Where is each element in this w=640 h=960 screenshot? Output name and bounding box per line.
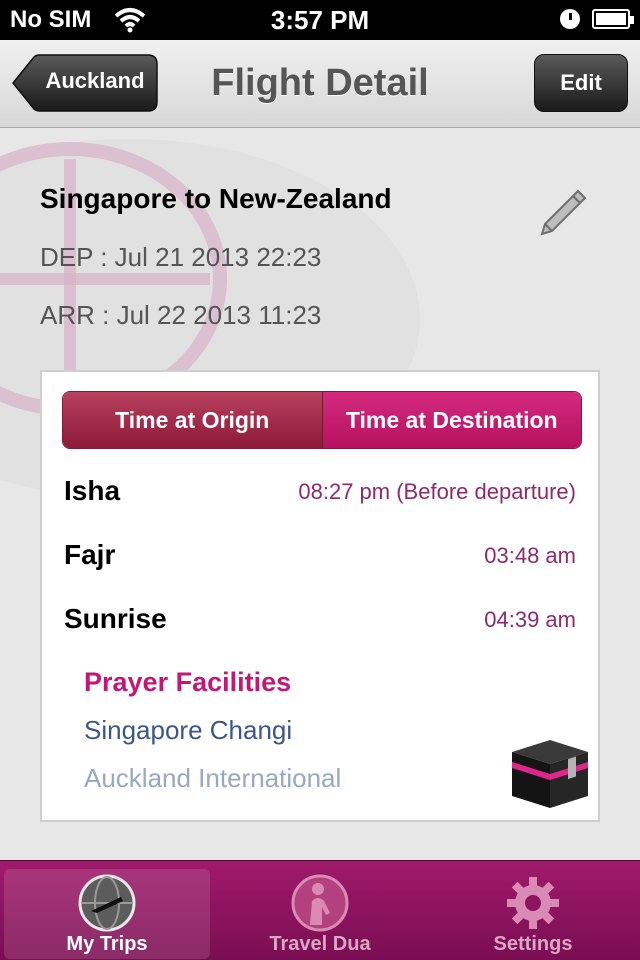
tab-my-trips[interactable]: My Trips	[4, 869, 210, 959]
alarm-icon	[560, 9, 580, 29]
prayer-name: Sunrise	[64, 603, 167, 634]
flight-detail-content: Singapore to New-Zealand DEP : Jul 21 20…	[0, 129, 640, 860]
prayer-row-fajr: Fajr 03:48 am	[64, 539, 576, 579]
departure-time: DEP : Jul 21 2013 22:23	[40, 242, 322, 272]
prayer-times-card: Time at Origin Time at Destination Isha …	[40, 370, 600, 822]
facility-link-singapore-changi[interactable]: Singapore Changi	[84, 715, 292, 746]
trip-title: Singapore to New-Zealand	[40, 183, 392, 214]
prayer-time: 08:27 pm (Before departure)	[298, 479, 576, 504]
tab-bar: My Trips Travel Dua Settings	[0, 860, 640, 960]
tab-travel-dua[interactable]: Travel Dua	[217, 869, 423, 959]
prayer-name: Isha	[64, 475, 121, 506]
praying-person-icon	[291, 874, 349, 932]
arrival-time: ARR : Jul 22 2013 11:23	[40, 300, 322, 330]
gear-icon	[507, 877, 559, 929]
segment-time-at-origin[interactable]: Time at Origin	[63, 392, 323, 448]
prayer-time: 03:48 am	[484, 543, 576, 568]
prayer-name: Fajr	[64, 539, 116, 570]
tab-label: My Trips	[66, 933, 148, 955]
time-reference-segmented-control: Time at Origin Time at Destination	[62, 391, 582, 449]
battery-icon	[592, 9, 634, 29]
status-bar: No SIM 3:57 PM	[0, 0, 640, 40]
kaaba-icon	[512, 740, 588, 808]
globe-plane-icon	[78, 874, 136, 932]
prayer-facilities-heading: Prayer Facilities	[84, 667, 292, 697]
tab-label: Settings	[493, 933, 573, 955]
tab-label: Travel Dua	[269, 933, 371, 955]
pencil-edit-icon[interactable]	[538, 187, 588, 237]
prayer-row-isha: Isha 08:27 pm (Before departure)	[64, 475, 576, 515]
prayer-row-sunrise: Sunrise 04:39 am	[64, 603, 576, 643]
tab-settings[interactable]: Settings	[430, 869, 636, 959]
edit-button[interactable]: Edit	[534, 54, 628, 112]
navigation-bar: Auckland Flight Detail Edit	[0, 40, 640, 128]
prayer-time: 04:39 am	[484, 607, 576, 632]
segment-time-at-destination[interactable]: Time at Destination	[322, 392, 581, 448]
clock: 3:57 PM	[270, 5, 370, 35]
facility-link-auckland-international[interactable]: Auckland International	[84, 763, 341, 794]
